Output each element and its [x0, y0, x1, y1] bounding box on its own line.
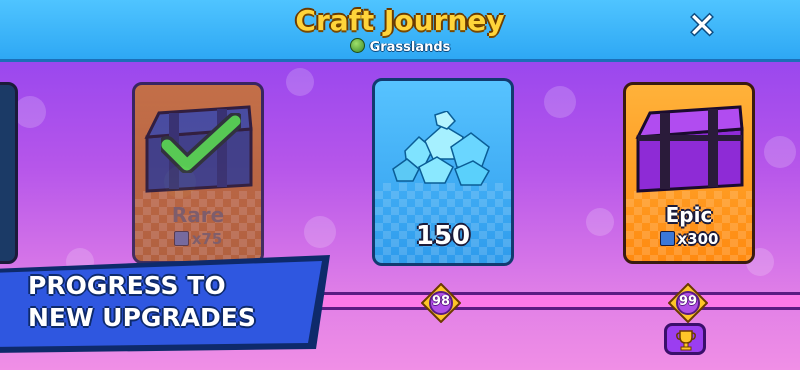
milestone-level: 99	[678, 294, 698, 309]
reward-card-gems[interactable]: 150	[372, 78, 514, 266]
header-bar: Craft Journey Grasslands ✕	[0, 0, 800, 62]
reward-card-rare[interactable]: Rare x75	[132, 82, 264, 264]
chest-icon	[635, 105, 744, 193]
card-cost-value: x75	[191, 230, 223, 248]
banner-line-1: PROGRESS TO	[28, 271, 226, 300]
region-subtitle: Grasslands	[0, 38, 800, 55]
reward-card-epic[interactable]: Epic x300	[623, 82, 755, 264]
checkmark-icon	[161, 113, 241, 173]
region-name: Grasslands	[369, 40, 451, 55]
trophy-reward-bubble[interactable]	[664, 323, 706, 355]
gem-amount: 150	[415, 221, 471, 251]
tile-icon	[659, 231, 675, 246]
card-rarity-label: Epic	[665, 203, 713, 227]
promo-banner-text: PROGRESS TO NEW UPGRADES	[28, 270, 328, 334]
close-button[interactable]: ✕	[686, 8, 718, 44]
card-cost-value: x300	[677, 230, 719, 248]
page-title: Craft Journey	[295, 4, 505, 37]
card-cost: x75	[135, 230, 261, 248]
reward-card-previous[interactable]	[0, 82, 18, 264]
card-cost: x300	[626, 230, 752, 248]
banner-line-2: NEW UPGRADES	[28, 303, 256, 332]
milestone-level: 98	[431, 294, 451, 309]
milestone-marker-98: 98	[421, 283, 461, 323]
tile-icon	[173, 231, 189, 246]
milestone-marker-99: 99	[668, 283, 708, 323]
close-icon: ✕	[687, 6, 717, 46]
trophy-icon	[676, 330, 696, 351]
gems-icon	[392, 111, 491, 186]
card-rarity-label: Rare	[171, 203, 225, 227]
grasslands-icon	[349, 38, 365, 53]
